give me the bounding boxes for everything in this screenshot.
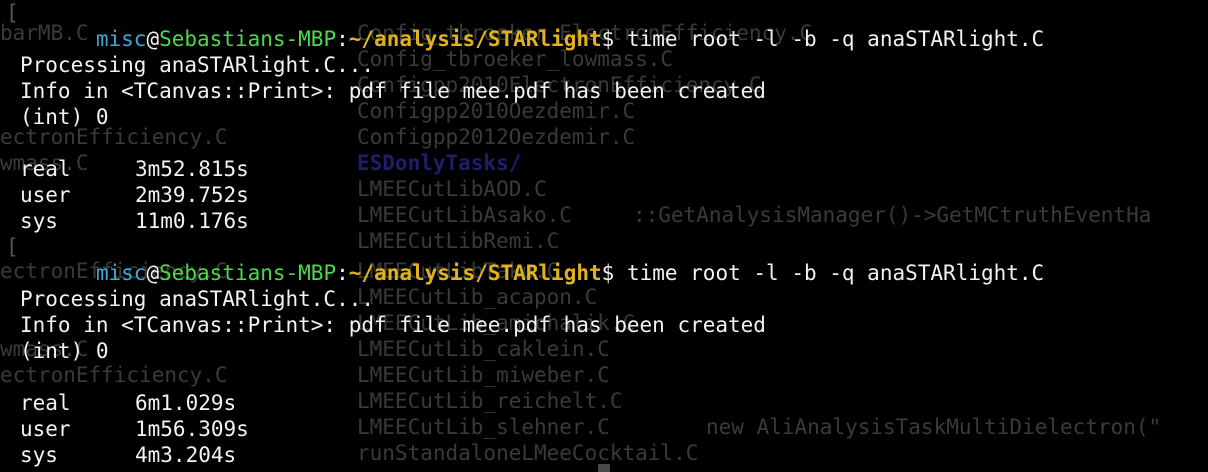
timing-label: real: [20, 157, 71, 181]
timing-value: 4m3.204s: [135, 443, 237, 467]
timing-row: sys 4m3.204s: [20, 442, 1200, 468]
timing-value: 11m0.176s: [135, 209, 249, 233]
timing-row: real 6m1.029s: [20, 390, 1200, 416]
timing-label: sys: [20, 209, 58, 233]
timing-label: user: [20, 417, 71, 441]
timing-row: user 2m39.752s: [20, 182, 1200, 208]
timing-value: 3m52.815s: [135, 157, 249, 181]
timing-row: sys 11m0.176s: [20, 208, 1200, 234]
info-line: Info in <TCanvas::Print>: pdf file mee.p…: [20, 313, 766, 337]
timing-value: 2m39.752s: [135, 183, 249, 207]
processing-line: Processing anaSTARlight.C...: [20, 287, 375, 311]
timing-label: sys: [20, 443, 58, 467]
prompt-bracket: [: [6, 235, 19, 259]
result-line: (int) 0: [20, 339, 109, 363]
processing-line: Processing anaSTARlight.C...: [20, 53, 375, 77]
terminal-window[interactable]: Config_tbroeker_ElectronEfficiency.C Con…: [0, 0, 1208, 472]
text-cursor: [598, 464, 610, 472]
terminal-output: [misc@Sebastians-MBP:~/analysis/STARligh…: [6, 0, 1200, 468]
info-line: Info in <TCanvas::Print>: pdf file mee.p…: [20, 79, 766, 103]
result-line: (int) 0: [20, 105, 109, 129]
prompt-line: [misc@Sebastians-MBP:~/analysis/STARligh…: [6, 0, 1200, 51]
prompt-bracket: [: [6, 1, 19, 25]
timing-value: 1m56.309s: [135, 417, 249, 441]
timing-value: 6m1.029s: [135, 391, 237, 415]
timing-row: user 1m56.309s: [20, 416, 1200, 442]
timing-label: real: [20, 391, 71, 415]
timing-row: real 3m52.815s: [20, 156, 1200, 182]
timing-label: user: [20, 183, 71, 207]
prompt-line: [misc@Sebastians-MBP:~/analysis/STARligh…: [6, 234, 1200, 285]
